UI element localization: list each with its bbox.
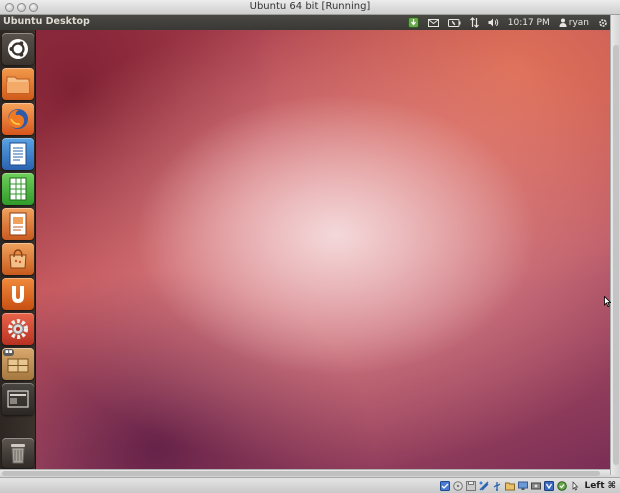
window-titlebar[interactable]: Ubuntu 64 bit [Running]	[0, 0, 620, 15]
update-indicator-icon[interactable]	[407, 15, 419, 30]
user-menu[interactable]: ryan	[559, 15, 589, 30]
trash-icon	[11, 444, 25, 464]
gear-icon	[8, 319, 28, 339]
launcher-workspace-switcher[interactable]: ▪▪	[2, 348, 34, 380]
launcher-libreoffice-writer[interactable]	[2, 138, 34, 170]
user-name: ryan	[568, 17, 589, 28]
launcher-libreoffice-impress[interactable]	[2, 208, 34, 240]
usb-icon[interactable]	[491, 481, 502, 492]
mail-icon[interactable]	[427, 15, 439, 30]
volume-icon[interactable]	[488, 15, 499, 30]
top-panel: Ubuntu Desktop 10:17 PM ryan	[0, 15, 610, 30]
launcher-software-center[interactable]	[2, 243, 34, 275]
workspace-badge-icon: ▪▪	[3, 349, 15, 356]
launcher-files[interactable]	[2, 68, 34, 100]
network-adapter-icon[interactable]	[478, 481, 489, 492]
session-gear-icon[interactable]	[598, 15, 608, 30]
shopping-bag-icon	[9, 249, 27, 269]
window-title: Ubuntu 64 bit [Running]	[249, 1, 371, 12]
hard-disk-icon[interactable]	[439, 481, 450, 492]
mouse-integration-icon[interactable]	[556, 481, 567, 492]
display-icon[interactable]	[517, 481, 528, 492]
horizontal-scrollbar-thumb[interactable]	[2, 471, 600, 476]
launcher-firefox[interactable]	[2, 103, 34, 135]
launcher: ▪▪	[0, 30, 36, 469]
launcher-libreoffice-calc[interactable]	[2, 173, 34, 205]
optical-drive-icon[interactable]	[452, 481, 463, 492]
launcher-system-settings[interactable]	[2, 313, 34, 345]
floppy-icon[interactable]	[465, 481, 476, 492]
clock[interactable]: 10:17 PM	[508, 15, 550, 30]
host-key-label: Left ⌘	[584, 481, 616, 491]
network-icon[interactable]	[469, 15, 479, 30]
shared-folders-icon[interactable]	[504, 481, 515, 492]
impress-icon	[9, 212, 27, 236]
indicator-area: 10:17 PM ryan	[407, 15, 608, 30]
virtualization-icon[interactable]	[543, 481, 554, 492]
folder-icon	[6, 76, 30, 94]
vm-status-bar: Left ⌘	[0, 477, 620, 493]
firefox-icon	[8, 109, 28, 129]
user-icon	[559, 18, 567, 27]
workspace-icon	[7, 358, 29, 373]
launcher-ubuntu-one[interactable]	[2, 278, 34, 310]
window-icon	[7, 390, 29, 408]
desktop-wallpaper[interactable]	[36, 30, 610, 469]
battery-icon[interactable]	[447, 15, 461, 30]
keyboard-capture-icon[interactable]	[569, 481, 580, 492]
vm-status-icons: Left ⌘	[439, 480, 616, 492]
launcher-dash-home[interactable]	[2, 33, 34, 65]
launcher-trash[interactable]	[2, 438, 34, 468]
screen: Ubuntu 64 bit [Running] Ubuntu Desktop 1…	[0, 0, 620, 493]
writer-icon	[9, 142, 27, 166]
horizontal-scrollbar[interactable]	[0, 469, 610, 477]
calc-icon	[9, 177, 27, 201]
ubuntu-logo-icon	[8, 39, 28, 59]
vertical-scrollbar-thumb[interactable]	[613, 45, 619, 465]
ubuntu-one-icon	[12, 286, 24, 303]
video-capture-icon[interactable]	[530, 481, 541, 492]
mouse-cursor-icon	[604, 296, 611, 307]
vertical-scrollbar[interactable]	[610, 15, 620, 475]
panel-title: Ubuntu Desktop	[3, 16, 90, 27]
launcher-show-desktop[interactable]	[2, 383, 34, 415]
